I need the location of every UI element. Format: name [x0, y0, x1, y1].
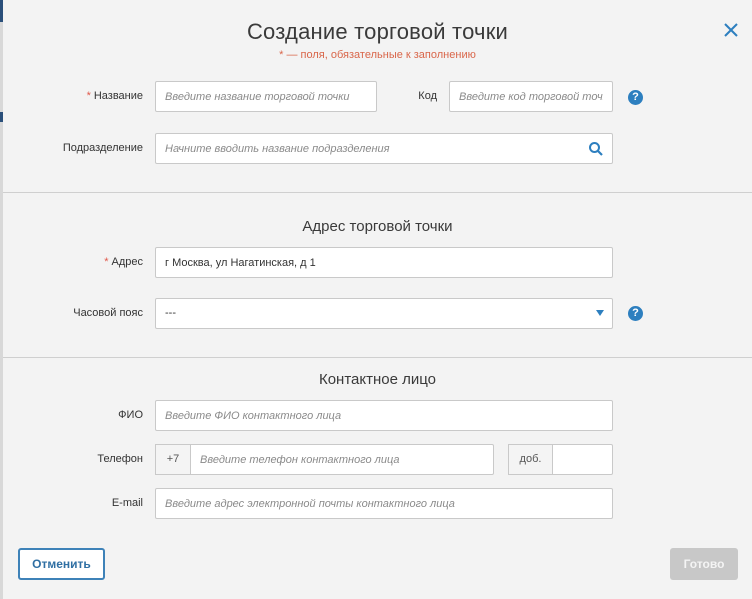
code-label: Код: [418, 90, 437, 102]
help-icon[interactable]: ?: [628, 306, 643, 321]
create-outlet-dialog: Создание торговой точки * — поля, обязат…: [3, 0, 752, 599]
division-label: Подразделение: [62, 142, 143, 154]
close-button[interactable]: [721, 20, 741, 40]
help-icon[interactable]: ?: [628, 90, 643, 105]
timezone-selected-value: ---: [165, 307, 176, 319]
close-icon: [724, 23, 738, 37]
chevron-down-icon: [596, 310, 604, 316]
dialog-title: Создание торговой точки: [246, 19, 509, 44]
section-divider: [3, 192, 752, 193]
required-asterisk: *: [86, 90, 91, 102]
phone-label: Телефон: [97, 453, 143, 465]
phone-country-code: +7: [155, 444, 191, 475]
required-fields-note: * — поля, обязательные к заполнению: [279, 49, 476, 61]
phone-extension-input[interactable]: [552, 444, 613, 475]
division-search-input[interactable]: [155, 133, 613, 164]
timezone-label: Часовой пояс: [73, 307, 143, 319]
done-button[interactable]: Готово: [670, 548, 738, 580]
name-input[interactable]: [155, 81, 377, 112]
address-label: * Адрес: [104, 256, 143, 268]
timezone-select[interactable]: ---: [155, 298, 613, 329]
phone-extension-label: доб.: [508, 444, 553, 475]
address-input[interactable]: [155, 247, 613, 278]
email-label: E-mail: [111, 497, 143, 509]
fio-label: ФИО: [118, 409, 143, 421]
search-icon[interactable]: [588, 141, 604, 157]
name-label: * Название: [86, 90, 143, 102]
code-input[interactable]: [449, 81, 613, 112]
phone-input[interactable]: [190, 444, 494, 475]
fio-input[interactable]: [155, 400, 613, 431]
address-section-title: Адрес торговой точки: [302, 218, 453, 235]
contact-section-title: Контактное лицо: [318, 371, 437, 388]
section-divider: [3, 357, 752, 358]
required-asterisk: *: [104, 256, 109, 268]
cancel-button[interactable]: Отменить: [18, 548, 105, 580]
email-input[interactable]: [155, 488, 613, 519]
